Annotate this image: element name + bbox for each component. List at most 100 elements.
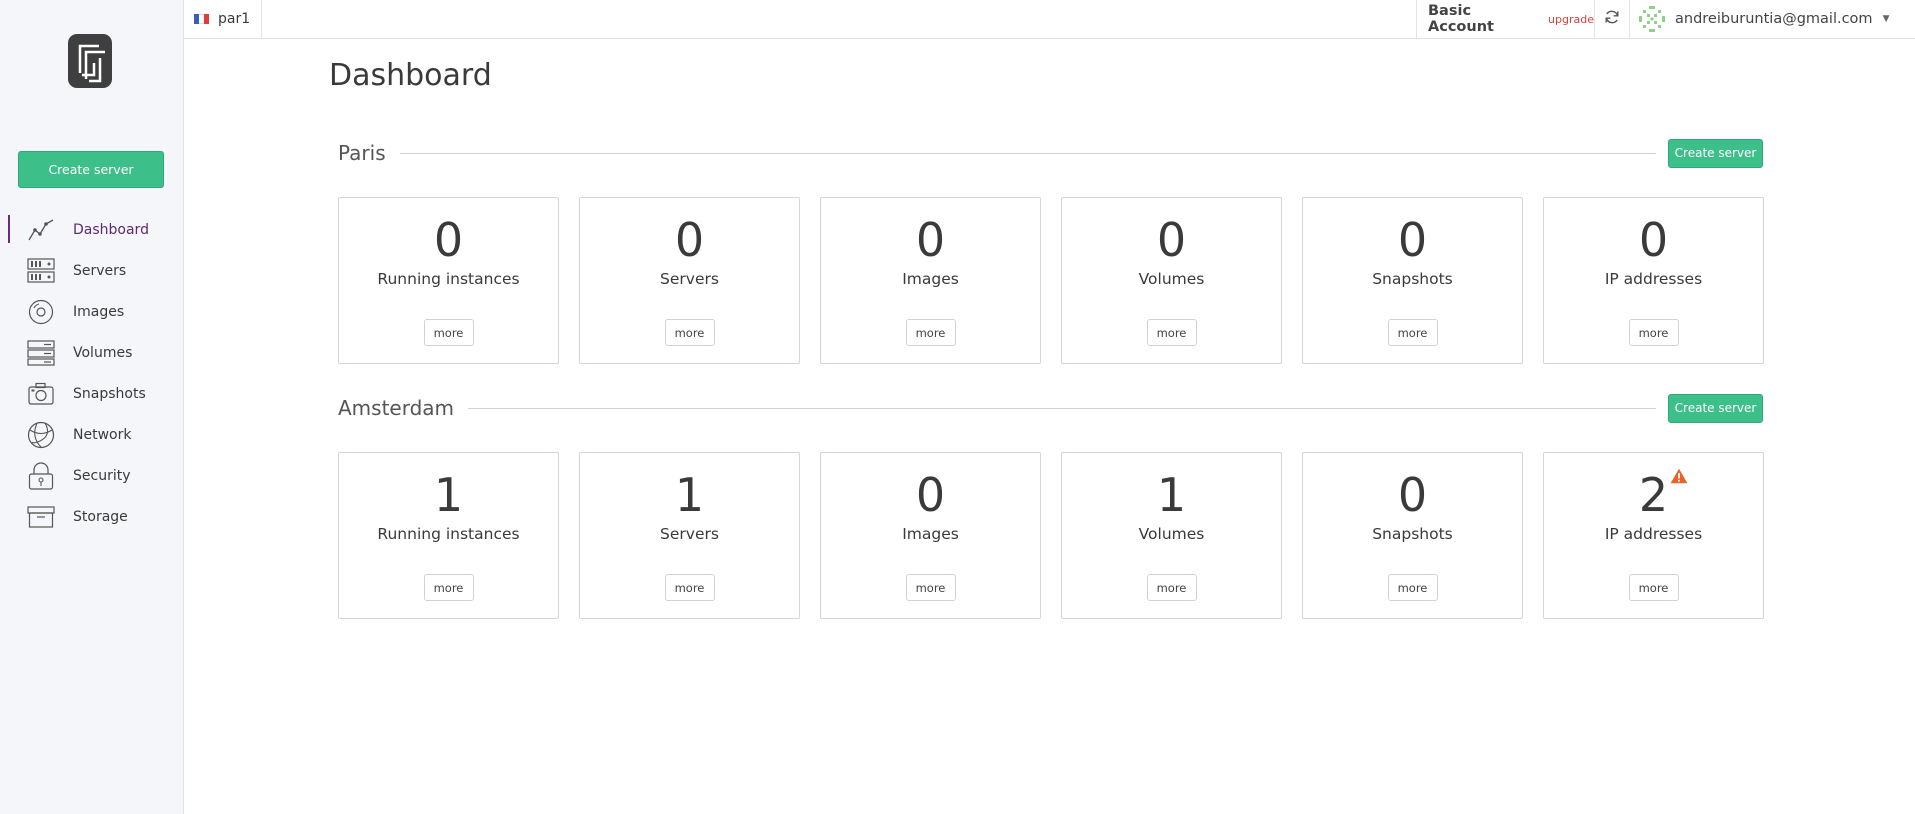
sidebar-item-label: Volumes xyxy=(73,344,133,361)
stat-card-servers: 0 Servers more xyxy=(579,197,800,364)
logo-icon[interactable] xyxy=(67,33,113,89)
sidebar-nav: Dashboard Servers Images Volumes Snapsho… xyxy=(0,209,184,537)
create-server-button[interactable]: Create server xyxy=(1668,393,1763,423)
stat-label: Images xyxy=(902,525,959,543)
page-title: Dashboard xyxy=(329,58,492,93)
stats-cards-amsterdam: 1 Running instances more 1 Servers more … xyxy=(338,452,1764,619)
sidebar-item-label: Images xyxy=(73,303,125,320)
stat-count: 0 xyxy=(674,213,705,267)
stat-card-snapshots: 0 Snapshots more xyxy=(1302,452,1523,619)
more-button[interactable]: more xyxy=(1628,574,1679,601)
stat-count: 1 xyxy=(433,468,464,522)
top-bar: par1 Basic Account upgrade andreiburunti… xyxy=(184,0,1915,39)
stat-card-ip-addresses: 2 IP addresses more xyxy=(1543,452,1764,619)
dashboard-chart-icon xyxy=(27,216,55,244)
camera-icon xyxy=(27,380,55,408)
storage-box-icon xyxy=(27,503,55,531)
upgrade-link[interactable]: upgrade xyxy=(1548,13,1594,26)
section-header-amsterdam: Amsterdam Create server xyxy=(338,393,1763,423)
more-button[interactable]: more xyxy=(1146,574,1197,601)
sidebar-item-network[interactable]: Network xyxy=(0,414,184,455)
sidebar-item-snapshots[interactable]: Snapshots xyxy=(0,373,184,414)
stat-card-servers: 1 Servers more xyxy=(579,452,800,619)
stat-label: Running instances xyxy=(377,270,520,288)
stat-card-images: 0 Images more xyxy=(820,452,1041,619)
sidebar-item-security[interactable]: Security xyxy=(0,455,184,496)
sidebar-item-label: Dashboard xyxy=(73,221,149,238)
stat-card-running-instances: 1 Running instances more xyxy=(338,452,559,619)
stat-count: 0 xyxy=(433,213,464,267)
stats-cards-paris: 0 Running instances more 0 Servers more … xyxy=(338,197,1764,364)
create-server-button[interactable]: Create server xyxy=(1668,138,1763,168)
stat-count: 1 xyxy=(1156,468,1187,522)
stat-label: IP addresses xyxy=(1604,270,1703,288)
stat-count: 0 xyxy=(1397,213,1428,267)
globe-icon xyxy=(27,421,55,449)
sidebar-create-server-button[interactable]: Create server xyxy=(18,151,164,188)
more-button[interactable]: more xyxy=(1387,574,1438,601)
stat-label: Images xyxy=(902,270,959,288)
sidebar-item-label: Servers xyxy=(73,262,127,279)
section-header-paris: Paris Create server xyxy=(338,138,1763,168)
stat-label: IP addresses xyxy=(1604,525,1703,543)
sidebar-item-label: Network xyxy=(73,426,132,443)
stat-label: Servers xyxy=(660,525,719,543)
more-button[interactable]: more xyxy=(1628,319,1679,346)
sidebar-item-servers[interactable]: Servers xyxy=(0,250,184,291)
user-menu[interactable]: andreiburuntia@gmail.com ▼ xyxy=(1629,0,1915,38)
refresh-icon xyxy=(1604,9,1620,29)
sidebar-item-dashboard[interactable]: Dashboard xyxy=(0,209,184,250)
france-flag-icon xyxy=(194,14,209,24)
region-label: par1 xyxy=(218,11,251,27)
more-button[interactable]: more xyxy=(1146,319,1197,346)
stat-label: Running instances xyxy=(377,525,520,543)
stat-card-volumes: 0 Volumes more xyxy=(1061,197,1282,364)
user-email: andreiburuntia@gmail.com xyxy=(1675,11,1873,27)
section-divider xyxy=(399,152,1656,154)
more-button[interactable]: more xyxy=(905,319,956,346)
stat-card-ip-addresses: 0 IP addresses more xyxy=(1543,197,1764,364)
images-disc-icon xyxy=(27,298,55,326)
more-button[interactable]: more xyxy=(423,574,474,601)
warning-icon[interactable] xyxy=(1670,468,1688,484)
flag-stripe-red xyxy=(204,14,209,24)
lock-icon xyxy=(27,461,55,490)
stat-count: 0 xyxy=(915,468,946,522)
stat-card-snapshots: 0 Snapshots more xyxy=(1302,197,1523,364)
section-title: Paris xyxy=(338,141,386,165)
sidebar-item-images[interactable]: Images xyxy=(0,291,184,332)
stat-label: Servers xyxy=(660,270,719,288)
sidebar-item-volumes[interactable]: Volumes xyxy=(0,332,184,373)
stat-card-running-instances: 0 Running instances more xyxy=(338,197,559,364)
stat-count: 0 xyxy=(915,213,946,267)
sidebar-item-label: Storage xyxy=(73,508,128,525)
more-button[interactable]: more xyxy=(664,319,715,346)
stat-label: Snapshots xyxy=(1372,525,1453,543)
stat-count: 2 xyxy=(1638,468,1669,522)
sidebar: Create server Dashboard Servers Images V… xyxy=(0,0,184,814)
more-button[interactable]: more xyxy=(1387,319,1438,346)
sidebar-item-label: Snapshots xyxy=(73,385,146,402)
more-button[interactable]: more xyxy=(905,574,956,601)
section-title: Amsterdam xyxy=(338,396,455,420)
stat-card-images: 0 Images more xyxy=(820,197,1041,364)
region-selector[interactable]: par1 xyxy=(184,0,262,38)
stat-label: Volumes xyxy=(1138,270,1205,288)
volumes-icon xyxy=(27,339,55,367)
avatar xyxy=(1638,5,1666,33)
sidebar-item-storage[interactable]: Storage xyxy=(0,496,184,537)
chevron-down-icon: ▼ xyxy=(1882,14,1890,24)
account-type: Basic Account xyxy=(1428,3,1494,35)
stat-count: 0 xyxy=(1638,213,1669,267)
refresh-button[interactable] xyxy=(1594,0,1629,38)
more-button[interactable]: more xyxy=(423,319,474,346)
section-divider xyxy=(468,407,1656,409)
account-info: Basic Account upgrade xyxy=(1416,0,1594,38)
stat-card-volumes: 1 Volumes more xyxy=(1061,452,1282,619)
more-button[interactable]: more xyxy=(664,574,715,601)
servers-icon xyxy=(27,257,55,285)
stat-label: Snapshots xyxy=(1372,270,1453,288)
stat-count: 0 xyxy=(1397,468,1428,522)
stat-label: Volumes xyxy=(1138,525,1205,543)
stat-count: 0 xyxy=(1156,213,1187,267)
